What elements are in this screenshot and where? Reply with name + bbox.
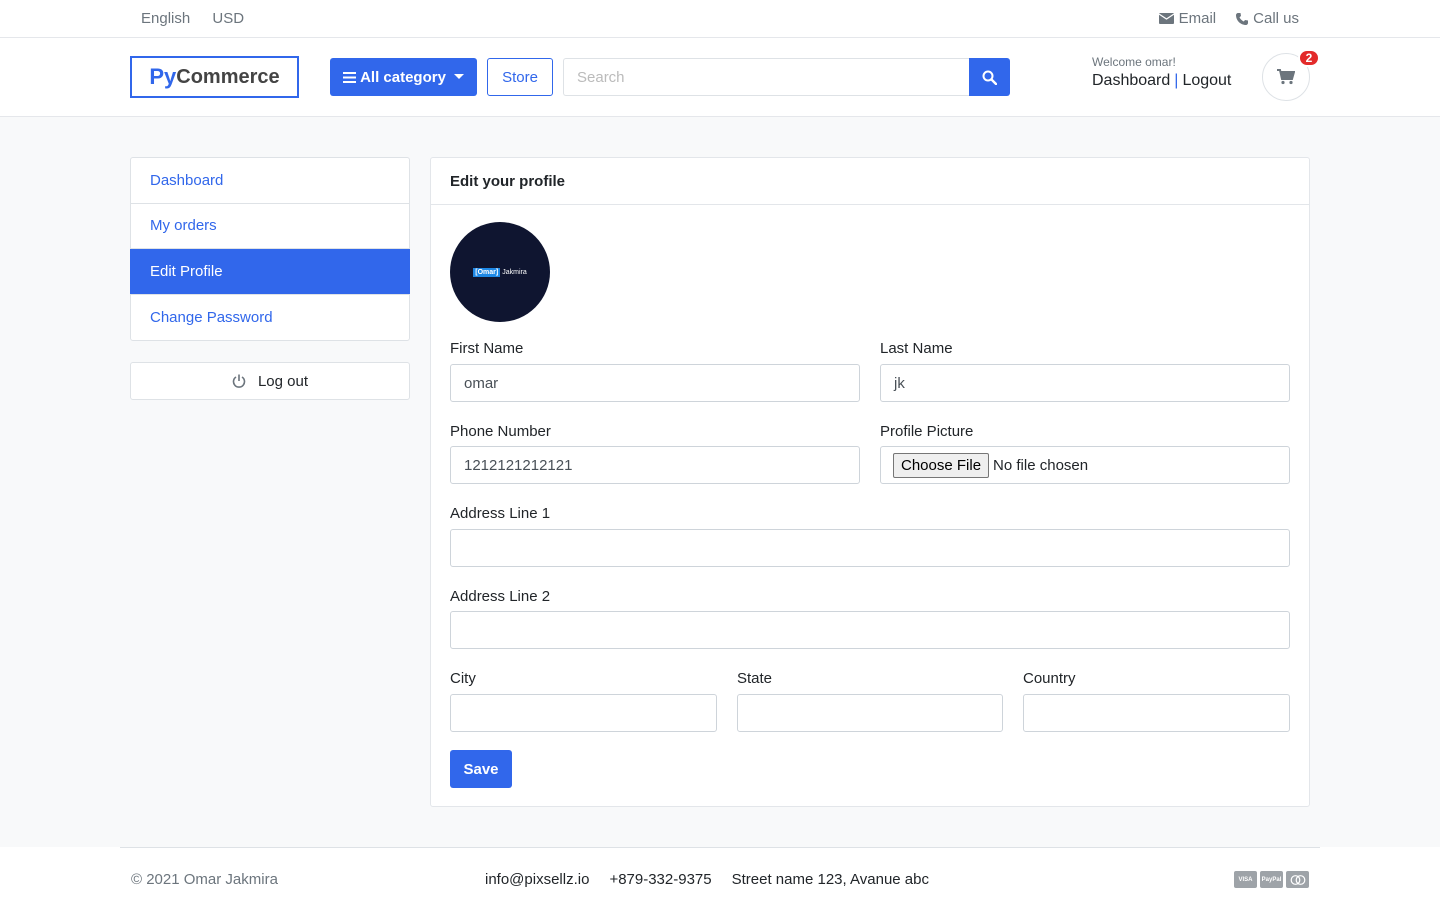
footer-email: info@pixsellz.io: [485, 871, 590, 888]
phone-icon: [1236, 12, 1249, 25]
email-link[interactable]: Email: [1158, 10, 1217, 27]
cart-count-badge: 2: [1298, 49, 1320, 67]
power-icon: [232, 374, 246, 388]
address2-label: Address Line 2: [450, 588, 551, 605]
avatar-highlight: [Omar]: [473, 267, 501, 277]
state-field[interactable]: [737, 694, 1003, 732]
payment-icons: VISA PayPal: [1234, 871, 1309, 888]
edit-profile-card: Edit your profile [Omar] Jakmira First N…: [430, 157, 1310, 807]
avatar: [Omar] Jakmira: [450, 222, 550, 322]
logo[interactable]: Py Commerce: [130, 56, 299, 98]
logout-button[interactable]: Log out: [130, 362, 410, 400]
sidebar-item-change-password[interactable]: Change Password: [131, 295, 409, 341]
link-separator: |: [1174, 72, 1179, 89]
currency-selector[interactable]: USD: [212, 10, 244, 27]
copyright: © 2021 Omar Jakmira: [131, 871, 278, 888]
email-link-label: Email: [1178, 10, 1217, 27]
mastercard-icon: [1286, 871, 1309, 888]
last-name-field[interactable]: jk: [880, 364, 1290, 402]
visa-icon: VISA: [1234, 871, 1257, 888]
main-header: PyCommerce All category Store Welcome om…: [0, 38, 1440, 117]
call-link[interactable]: Call us: [1236, 10, 1299, 27]
locale-selectors: English USD: [141, 10, 262, 27]
profile-picture-input: Choose File No file chosen: [880, 446, 1290, 484]
logout-link[interactable]: Logout: [1182, 72, 1231, 89]
card-title: Edit your profile: [431, 158, 1309, 205]
logo-py: Py: [149, 64, 177, 89]
logo-commerce: Commerce: [176, 65, 280, 88]
search-icon: [982, 70, 997, 85]
caret-down-icon: [453, 74, 464, 79]
sidebar-item-dashboard[interactable]: Dashboard: [131, 158, 409, 204]
all-category-button[interactable]: All category: [330, 58, 477, 96]
all-category-label: All category: [360, 68, 446, 86]
sidebar-item-edit-profile[interactable]: Edit Profile: [130, 249, 410, 295]
country-field[interactable]: [1023, 694, 1290, 732]
phone-label: Phone Number: [450, 423, 551, 440]
search-input[interactable]: [563, 58, 970, 96]
no-file-text: No file chosen: [993, 456, 1089, 474]
language-selector[interactable]: English: [141, 10, 190, 27]
footer: © 2021 Omar Jakmira info@pixsellz.io +87…: [0, 847, 1440, 911]
search-button[interactable]: [969, 58, 1010, 96]
bars-icon: [343, 71, 357, 83]
profile-picture-label: Profile Picture: [880, 423, 974, 440]
footer-contact: info@pixsellz.io +879-332-9375 Street na…: [485, 871, 929, 888]
footer-divider: [120, 847, 1320, 848]
welcome-text: Welcome omar!: [1092, 55, 1176, 69]
address2-field[interactable]: [450, 611, 1290, 649]
footer-phone: +879-332-9375: [609, 871, 712, 888]
last-name-label: Last Name: [880, 340, 953, 357]
sidebar-item-my-orders[interactable]: My orders: [131, 204, 409, 249]
phone-field[interactable]: 1212121212121: [450, 446, 860, 484]
address1-field[interactable]: [450, 529, 1290, 567]
choose-file-button[interactable]: Choose File: [893, 452, 990, 478]
first-name-label: First Name: [450, 340, 524, 357]
shopping-cart-icon: [1277, 69, 1295, 85]
footer-address: Street name 123, Avanue abc: [731, 871, 929, 888]
save-button[interactable]: Save: [450, 750, 512, 788]
avatar-name: Jakmira: [502, 268, 527, 276]
city-label: City: [450, 670, 476, 687]
account-sidebar: Dashboard My orders Edit Profile Change …: [130, 157, 410, 341]
address1-label: Address Line 1: [450, 505, 551, 522]
logout-button-label: Log out: [257, 372, 309, 390]
top-bar: English USD Email Call us: [0, 0, 1440, 38]
country-label: Country: [1023, 670, 1076, 687]
dashboard-link[interactable]: Dashboard: [1092, 72, 1170, 89]
paypal-icon: PayPal: [1260, 871, 1283, 888]
store-button[interactable]: Store: [487, 58, 553, 96]
state-label: State: [737, 670, 773, 687]
contact-links: Email Call us: [1158, 10, 1299, 27]
envelope-icon: [1158, 13, 1174, 24]
city-field[interactable]: [450, 694, 717, 732]
account-links: Dashboard | Logout: [1092, 72, 1231, 90]
call-link-label: Call us: [1253, 10, 1299, 27]
first-name-field[interactable]: omar: [450, 364, 860, 402]
